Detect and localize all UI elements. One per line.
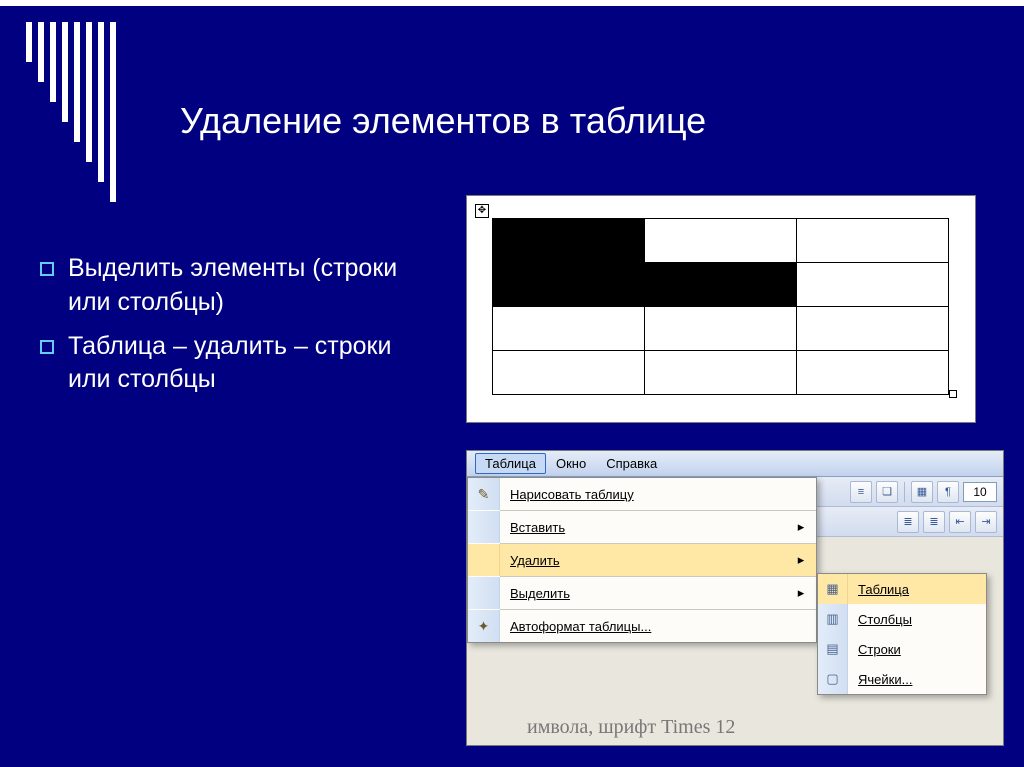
bullet-marker-icon	[40, 262, 54, 276]
bullet-item: Выделить элементы (строки или столбцы)	[40, 252, 440, 320]
menu-item-help[interactable]: Справка	[596, 453, 667, 474]
delete-table-icon: ▦	[818, 574, 848, 604]
menu-item-table[interactable]: Таблица	[475, 453, 546, 474]
list-button[interactable]: ≣	[897, 511, 919, 533]
table-cell[interactable]	[493, 351, 645, 395]
indent-increase-button[interactable]: ⇥	[975, 511, 997, 533]
bullet-text: Выделить элементы (строки или столбцы)	[68, 252, 440, 320]
submenu-item-table[interactable]: ▦ Таблица	[818, 574, 986, 604]
menu-item-insert[interactable]: Вставить ▸	[468, 511, 816, 543]
submenu-arrow-icon: ▸	[794, 585, 808, 601]
table-cell[interactable]	[645, 219, 797, 263]
submenu-label: Строки	[848, 642, 986, 657]
menu-item-window[interactable]: Окно	[546, 453, 596, 474]
submenu-label: Столбцы	[848, 612, 986, 627]
table-cell[interactable]	[797, 219, 949, 263]
bullet-text: Таблица – удалить – строки или столбцы	[68, 330, 440, 398]
menu-label: Выделить	[500, 586, 794, 601]
word-menu-illustration: Таблица Окно Справка ≡ ❏ ▦ ¶ 10 ≣ ≣ ⇤ ⇥ …	[466, 450, 1004, 746]
delete-cells-icon: ▢	[818, 664, 848, 694]
table-selection-illustration: ✥	[466, 195, 976, 423]
table-cell[interactable]	[797, 307, 949, 351]
submenu-item-rows[interactable]: ▤ Строки	[818, 634, 986, 664]
delete-submenu: ▦ Таблица ▥ Столбцы ▤ Строки ▢ Ячейки...	[817, 573, 987, 695]
menu-item-select[interactable]: Выделить ▸	[468, 577, 816, 609]
table-cell[interactable]	[645, 351, 797, 395]
toolbar-separator	[904, 482, 905, 502]
delete-rows-icon: ▤	[818, 634, 848, 664]
menu-label: Вставить	[500, 520, 794, 535]
table-cell-selected[interactable]	[493, 263, 645, 307]
blank-icon	[468, 577, 500, 609]
slide-title: Удаление элементов в таблице	[180, 100, 706, 142]
toolbar-button[interactable]: ≡	[850, 481, 872, 503]
blank-icon	[468, 544, 500, 576]
numbering-button[interactable]: ≣	[923, 511, 945, 533]
table-move-handle-icon[interactable]: ✥	[475, 204, 489, 218]
submenu-label: Ячейки...	[848, 672, 986, 687]
slide-top-bar	[0, 0, 1024, 6]
toolbar-button[interactable]: ▦	[911, 481, 933, 503]
menu-label: Автоформат таблицы...	[500, 619, 794, 634]
submenu-item-columns[interactable]: ▥ Столбцы	[818, 604, 986, 634]
sample-table	[492, 218, 949, 395]
submenu-arrow-icon: ▸	[794, 519, 808, 535]
submenu-label: Таблица	[848, 582, 986, 597]
table-cell-selected[interactable]	[493, 219, 645, 263]
bullet-marker-icon	[40, 340, 54, 354]
toolbar-button[interactable]: ❏	[876, 481, 898, 503]
table-resize-handle-icon[interactable]	[949, 390, 957, 398]
menu-item-draw-table[interactable]: ✎ Нарисовать таблицу	[468, 478, 816, 510]
menu-label: Удалить	[500, 553, 794, 568]
bullet-item: Таблица – удалить – строки или столбцы	[40, 330, 440, 398]
autoformat-icon: ✦	[468, 610, 500, 642]
submenu-item-cells[interactable]: ▢ Ячейки...	[818, 664, 986, 694]
table-cell-selected[interactable]	[645, 263, 797, 307]
zoom-field[interactable]: 10	[963, 482, 997, 502]
show-hide-button[interactable]: ¶	[937, 481, 959, 503]
blank-icon	[468, 511, 500, 543]
indent-decrease-button[interactable]: ⇤	[949, 511, 971, 533]
submenu-arrow-icon: ▸	[794, 552, 808, 568]
decorative-stripes	[26, 22, 116, 202]
menu-item-autoformat[interactable]: ✦ Автоформат таблицы...	[468, 610, 816, 642]
pencil-icon: ✎	[468, 478, 500, 510]
table-cell[interactable]	[797, 351, 949, 395]
menu-item-delete[interactable]: Удалить ▸	[468, 544, 816, 576]
menu-label: Нарисовать таблицу	[500, 487, 794, 502]
menubar: Таблица Окно Справка	[467, 451, 1003, 477]
background-document-text: имвола, шрифт Times 12	[527, 716, 735, 739]
table-cell[interactable]	[493, 307, 645, 351]
delete-columns-icon: ▥	[818, 604, 848, 634]
table-cell[interactable]	[645, 307, 797, 351]
table-cell[interactable]	[797, 263, 949, 307]
bullet-list: Выделить элементы (строки или столбцы) Т…	[40, 252, 440, 407]
table-menu-dropdown: ✎ Нарисовать таблицу Вставить ▸ Удалить …	[467, 477, 817, 643]
